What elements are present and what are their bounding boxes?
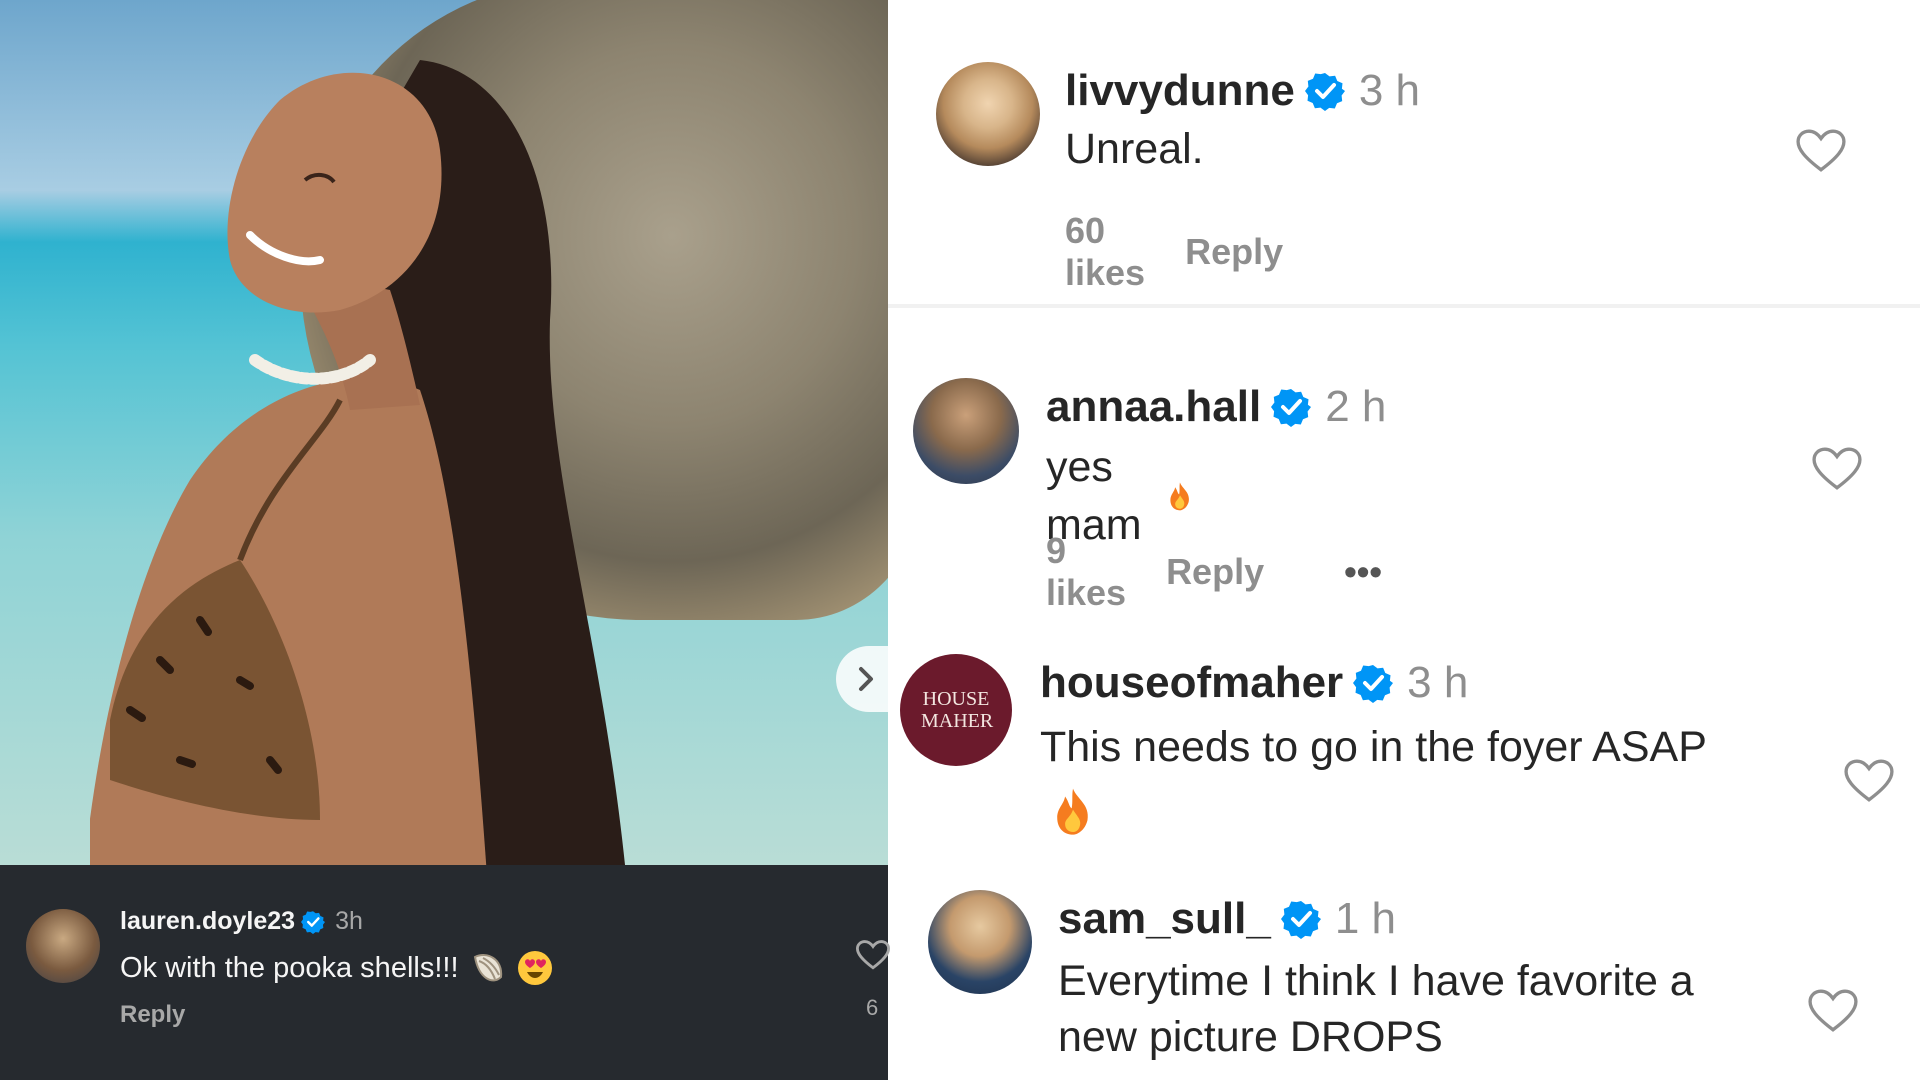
heart-icon[interactable] (1796, 128, 1846, 174)
username[interactable]: sam_sull_ (1058, 894, 1271, 944)
likes-count[interactable]: 60 likes (1065, 210, 1145, 294)
timestamp: 3 h (1358, 66, 1421, 115)
comment-text-line-2: new picture DROPS (1058, 1013, 1443, 1061)
comment-text: Unreal. (1065, 125, 1204, 173)
comment-header: sam_sull_ 1 h (1058, 894, 1396, 944)
verified-badge-icon (1353, 665, 1394, 703)
reply-button[interactable]: Reply (120, 1001, 185, 1029)
verified-badge-icon (301, 910, 326, 934)
avatar[interactable] (928, 890, 1032, 994)
comment-text-line-1: Everytime I think I have favorite a (1058, 957, 1694, 1005)
comment-header: livvydunne 3 h (1065, 66, 1420, 116)
fire-emoji-icon (1170, 482, 1189, 511)
like-count: 6 (866, 995, 879, 1020)
username[interactable]: annaa.hall (1046, 382, 1261, 432)
likes-count[interactable]: 9 likes (1046, 530, 1126, 614)
chevron-right-icon (859, 667, 873, 691)
comment-text: Ok with the pooka shells!!! (120, 951, 459, 984)
heart-eyes-emoji-icon (517, 951, 552, 985)
comment-header: houseofmaher 3 h (1040, 658, 1468, 708)
fire-emoji-icon (1057, 788, 1088, 835)
post-photo[interactable] (0, 0, 888, 865)
verified-badge-icon (1271, 389, 1312, 427)
avatar-logo-text: HOUSE MAHER (921, 688, 994, 732)
username[interactable]: livvydunne (1065, 66, 1295, 116)
shell-emoji-icon (473, 954, 502, 982)
heart-icon[interactable] (1808, 988, 1858, 1034)
verified-badge-icon (1280, 901, 1321, 939)
comment-header: annaa.hall 2 h (1046, 382, 1386, 432)
comment-header: lauren.doyle23 3h (120, 907, 363, 936)
comment-text: This needs to go in the foyer ASAP (1040, 723, 1707, 771)
heart-icon[interactable] (856, 939, 890, 971)
timestamp: 3h (335, 907, 363, 935)
avatar[interactable] (913, 378, 1019, 484)
heart-icon[interactable] (1812, 446, 1862, 492)
reply-button[interactable]: Reply (1166, 551, 1264, 593)
reply-button[interactable]: Reply (1185, 231, 1283, 273)
woman-figure (90, 60, 625, 865)
section-divider (888, 304, 1920, 308)
next-slide-button[interactable] (836, 646, 888, 712)
avatar[interactable] (936, 62, 1040, 166)
timestamp: 1 h (1334, 894, 1396, 943)
comment-text-row: Ok with the pooka shells!!! (120, 949, 553, 987)
comment-meta: 60 likes Reply (1065, 210, 1283, 294)
username[interactable]: houseofmaher (1040, 658, 1343, 708)
comment-meta: 9 likes Reply ••• (1046, 530, 1382, 614)
verified-badge-icon (1304, 73, 1345, 111)
username[interactable]: lauren.doyle23 (120, 907, 295, 936)
timestamp: 2 h (1325, 382, 1387, 431)
avatar[interactable] (26, 909, 100, 983)
timestamp: 3 h (1407, 658, 1469, 707)
avatar[interactable]: HOUSE MAHER (900, 654, 1012, 766)
dark-comment-card: lauren.doyle23 3h Ok with the pooka shel… (0, 865, 890, 1080)
heart-icon[interactable] (1844, 758, 1894, 804)
more-options-button[interactable]: ••• (1344, 551, 1382, 593)
